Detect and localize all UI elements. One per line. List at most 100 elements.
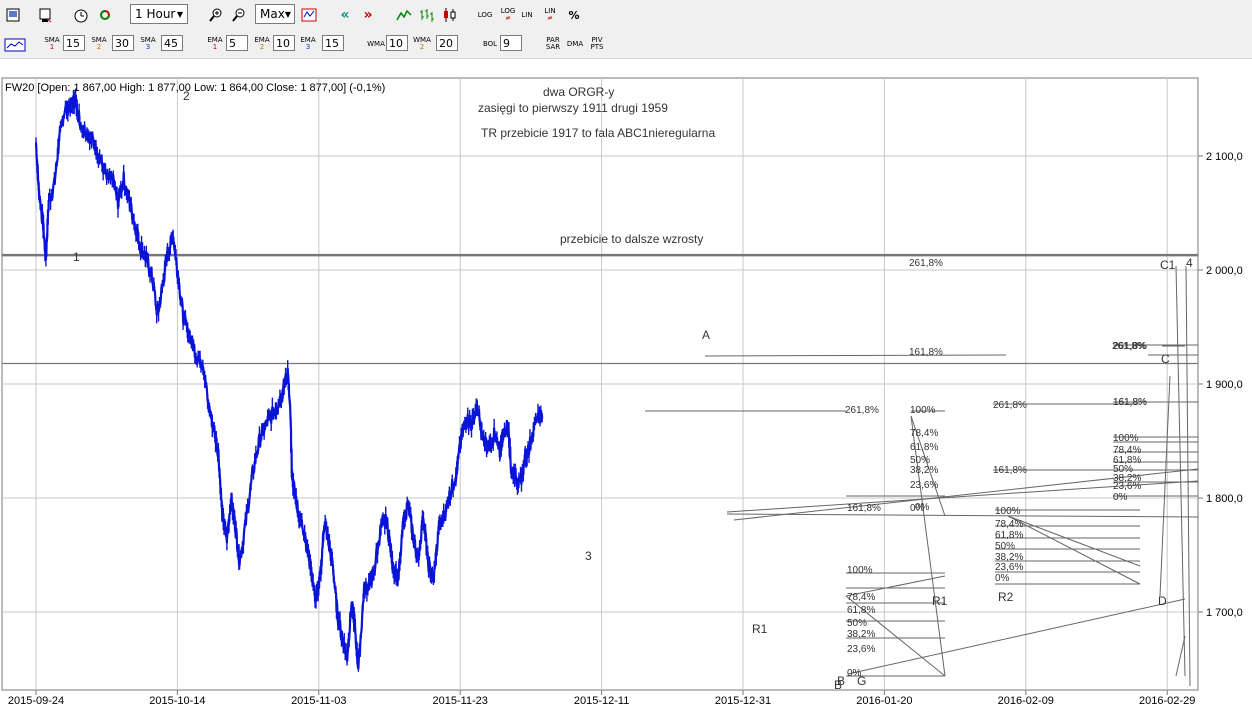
note-line-2: zasięgi to pierwszy 1911 drugi 1959 [478, 101, 668, 115]
fib-label: 261,8% [909, 258, 943, 269]
indicator-period-input[interactable]: 15 [322, 35, 344, 51]
y-tick-label: 1 900,0 [1206, 379, 1243, 391]
indicator-bol-button[interactable]: BOL [480, 34, 500, 54]
scroll-left-icon[interactable]: « [334, 4, 356, 26]
x-tick-label: 2015-11-23 [432, 695, 487, 707]
x-tick-label: 2015-11-03 [291, 695, 346, 707]
indicator-index: 3 [305, 43, 311, 51]
indicator-ema-button[interactable]: EMA 2 [252, 34, 272, 54]
indicator-index: 1 [212, 43, 218, 51]
indicator-index: 2 [419, 43, 425, 51]
fib-label: 100% [847, 565, 873, 576]
wave-label: 2 [183, 89, 190, 103]
zoom-out-icon[interactable] [228, 4, 250, 26]
line-chart-icon[interactable] [393, 4, 415, 26]
scale-button-label: LIN [521, 10, 533, 19]
fib-label: 23,6% [995, 562, 1023, 573]
fib-label: 78,4% [995, 519, 1023, 530]
fib-label: 0% [915, 502, 930, 513]
indicator-extra-button[interactable]: PIV PTS [587, 34, 607, 54]
wave-label: C1 [1160, 258, 1176, 272]
y-tick-label: 1 700,0 [1206, 607, 1243, 619]
timeframe-select[interactable]: 1 Hour ▼ [130, 4, 188, 24]
fib-label: 50% [995, 541, 1015, 552]
main-toolbar: 1 Hour ▼ Max ▼ « » LOG LOG ≠ LIN LIN ≠% [0, 0, 1252, 31]
wave-label: R1 [752, 622, 768, 636]
indicator-period-input[interactable]: 10 [386, 35, 408, 51]
indicator-period-input[interactable]: 9 [500, 35, 522, 51]
fib-label: 161,8% [909, 347, 943, 358]
indicator-settings-icon[interactable] [2, 34, 28, 56]
fib-label: 0% [995, 573, 1010, 584]
indicator-period-input[interactable]: 5 [226, 35, 248, 51]
indicator-period-input[interactable]: 15 [63, 35, 85, 51]
y-axis: 2 100,0 2 000,0 1 900,0 1 800,0 1 700,0 [1198, 151, 1243, 619]
indicator-extra-button[interactable]: DMA [565, 34, 585, 54]
indicator-name: BOL [482, 39, 498, 48]
indicator-ema-button[interactable]: EMA 3 [298, 34, 318, 54]
fib-label: 23,6% [1113, 481, 1141, 492]
wave-label: R1 [932, 594, 948, 608]
scroll-right-icon[interactable]: » [357, 4, 379, 26]
indicator-sma-button[interactable]: SMA 3 [138, 34, 158, 54]
indicator-period-input[interactable]: 20 [436, 35, 458, 51]
scale-button[interactable]: LIN [516, 4, 538, 26]
indicator-index: 2 [259, 43, 265, 51]
fib-label: 261,8% [1113, 341, 1147, 352]
fib-label: 61,8% [910, 442, 938, 453]
wave-label: R2 [998, 590, 1014, 604]
fib-label: 0% [847, 668, 862, 679]
fit-chart-icon[interactable] [298, 4, 320, 26]
chevron-down-icon: ▼ [284, 9, 291, 19]
indicator-index: 2 [96, 43, 102, 51]
price-chart[interactable]: 2 100,0 2 000,0 1 900,0 1 800,0 1 700,0 2015… [0, 76, 1252, 712]
fib-label: 0% [1113, 492, 1128, 503]
indicator-name: WMA [367, 39, 385, 48]
x-axis: 2015-09-24 2015-10-14 2015-11-03 2015-11-23… [8, 690, 1195, 707]
indicator-period-input[interactable]: 30 [112, 35, 134, 51]
range-select[interactable]: Max ▼ [255, 4, 295, 24]
fib-label: 161,8% [1113, 397, 1147, 408]
scale-button-label: % [568, 8, 580, 22]
wave-label: D [1158, 594, 1167, 608]
fib-label: 161,8% [847, 503, 881, 514]
scale-button[interactable]: LIN ≠ [539, 4, 561, 26]
timeframe-value: 1 Hour [135, 7, 176, 21]
scale-button[interactable]: LOG [474, 4, 496, 26]
indicator-sma-button[interactable]: SMA 1 [42, 34, 62, 54]
wave-label: 3 [585, 549, 592, 563]
fib-label: 23,6% [910, 480, 938, 491]
indicator-sma-button[interactable]: SMA 2 [89, 34, 109, 54]
fib-label: 78,4% [847, 592, 875, 603]
fib-label: 38,2% [847, 629, 875, 640]
candlestick-icon[interactable] [439, 4, 461, 26]
wave-label: 1 [73, 250, 80, 264]
fib-label: 23,6% [847, 644, 875, 655]
indicator-period-input[interactable]: 45 [161, 35, 183, 51]
chevron-down-icon: ▼ [176, 9, 183, 19]
ohlc-bar-icon[interactable] [416, 4, 438, 26]
indicator-extra-button[interactable]: PAR SAR [543, 34, 563, 54]
fib-label: 261,8% [845, 405, 879, 416]
refresh-icon[interactable] [94, 4, 116, 26]
indicator-wma-button[interactable]: WMA [366, 34, 386, 54]
note-line-3: TR przebicie 1917 to fala ABC1nieregular… [481, 126, 715, 140]
fib-label: 50% [847, 618, 867, 629]
break-note: przebicie to dalsze wzrosty [560, 232, 703, 246]
new-chart-icon[interactable] [2, 4, 24, 26]
fib-label: 100% [995, 506, 1021, 517]
x-tick-label: 2015-12-31 [715, 695, 771, 707]
zoom-in-icon[interactable] [205, 4, 227, 26]
scale-button[interactable]: % [563, 4, 585, 26]
range-value: Max [260, 7, 285, 21]
save-chart-icon[interactable] [34, 4, 56, 26]
indicator-wma-button[interactable]: WMA 2 [412, 34, 432, 54]
fib-label: 161,8% [993, 465, 1027, 476]
y-tick-label: 1 800,0 [1206, 493, 1243, 505]
indicator-ema-button[interactable]: EMA 1 [205, 34, 225, 54]
status-footer [0, 707, 1252, 719]
scale-button-mark: ≠ [547, 14, 553, 22]
y-tick-label: 2 100,0 [1206, 151, 1243, 163]
indicator-period-input[interactable]: 10 [273, 35, 295, 51]
clock-icon[interactable] [70, 4, 92, 26]
